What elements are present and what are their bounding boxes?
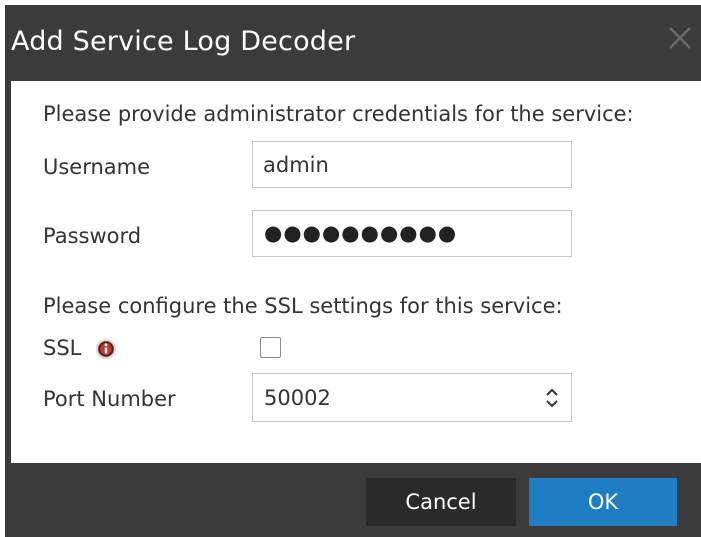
port-number-value: 50002 xyxy=(264,386,331,410)
ssl-checkbox[interactable] xyxy=(260,337,281,358)
add-service-dialog: Add Service Log Decoder Please provide a… xyxy=(5,5,701,537)
stepper-arrows-icon[interactable] xyxy=(543,385,561,411)
dialog-titlebar: Add Service Log Decoder xyxy=(5,5,701,81)
dialog-title: Add Service Log Decoder xyxy=(11,26,356,57)
ok-button[interactable]: OK xyxy=(529,478,677,526)
password-label: Password xyxy=(43,224,142,248)
password-field[interactable]: ●●●●●●●●●● xyxy=(252,210,572,257)
ssl-label: SSL xyxy=(43,336,82,360)
port-number-label: Port Number xyxy=(43,387,176,411)
info-icon[interactable] xyxy=(95,338,117,360)
dialog-body: Please provide administrator credentials… xyxy=(11,81,701,463)
dialog-footer: Cancel OK xyxy=(5,463,701,537)
username-field[interactable] xyxy=(252,141,572,188)
username-label: Username xyxy=(43,155,151,179)
credentials-prompt: Please provide administrator credentials… xyxy=(43,102,634,126)
password-masked-value: ●●●●●●●●●● xyxy=(264,221,458,245)
close-icon[interactable] xyxy=(667,25,693,51)
cancel-button[interactable]: Cancel xyxy=(366,478,516,526)
port-number-stepper[interactable]: 50002 xyxy=(252,373,572,422)
ssl-prompt: Please configure the SSL settings for th… xyxy=(43,294,563,318)
